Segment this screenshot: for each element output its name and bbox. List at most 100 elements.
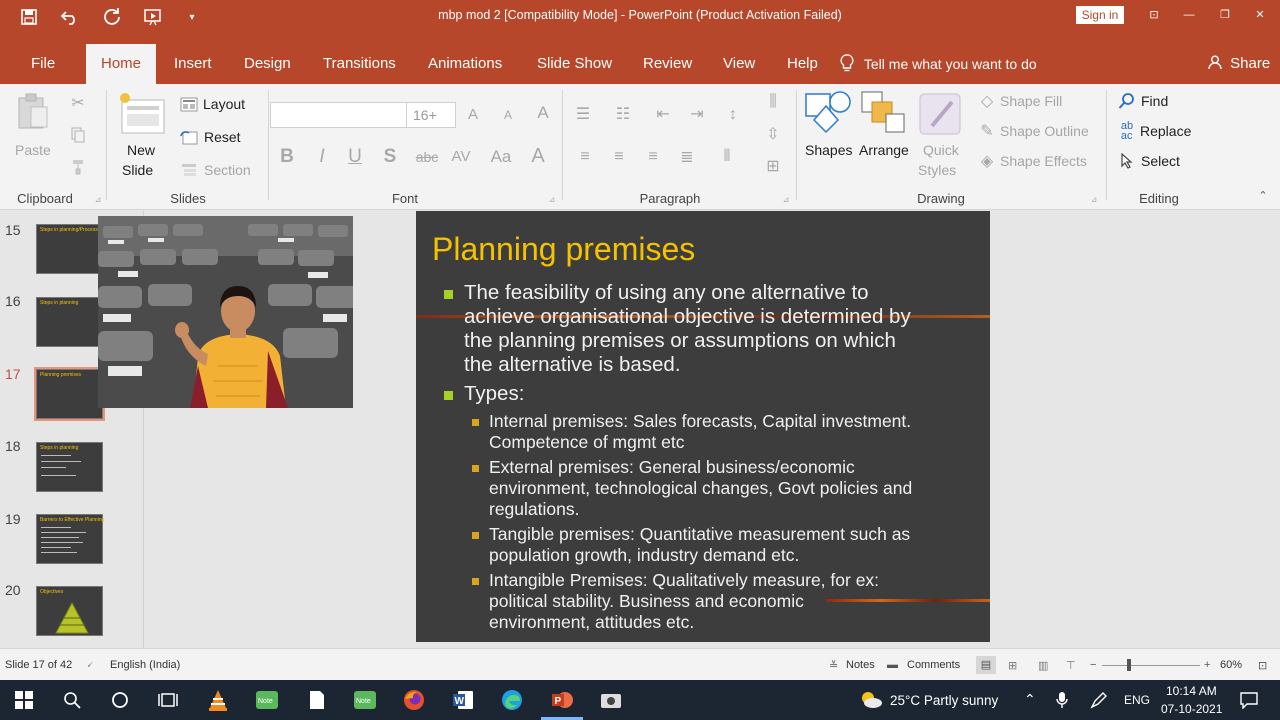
slide-thumbnail-selected[interactable]: Planning premises [34,367,105,421]
font-launcher-icon[interactable]: ⊿ [548,195,556,204]
shape-outline-button[interactable]: Shape Outline [1000,123,1089,139]
text-shadow-icon[interactable]: S [380,146,400,168]
comments-button[interactable]: Comments [907,659,960,671]
slide-thumbnail[interactable]: Barriers to Effective Planning [36,514,104,564]
word-icon[interactable]: W [448,686,478,714]
paragraph-launcher-icon[interactable]: ⊿ [782,195,790,204]
tab-slide-show[interactable]: Slide Show [535,44,614,84]
increase-indent-icon[interactable]: ⇥ [686,104,708,124]
vlc-icon[interactable] [203,686,233,714]
quick-styles-icon[interactable] [918,90,966,136]
font-name-input[interactable] [270,102,408,128]
microphone-icon[interactable] [1047,686,1077,714]
new-slide-label-1[interactable]: New [127,142,155,158]
sticky-notes-icon[interactable]: Note [350,686,380,714]
slide-title[interactable]: Planning premises [432,231,695,268]
slide-thumbnail[interactable]: Steps in planning [36,297,103,347]
decrease-indent-icon[interactable]: ⇤ [652,104,674,124]
new-slide-icon[interactable] [117,90,167,136]
font-size-input[interactable]: 16+ [406,102,456,128]
powerpoint-icon[interactable]: P [547,686,577,714]
align-right-icon[interactable]: ≡ [642,146,664,168]
new-slide-label-2[interactable]: Slide [122,162,153,178]
input-language[interactable]: ENG [1124,693,1150,707]
firefox-icon[interactable] [399,686,429,714]
clock-date[interactable]: 07-10-2021 [1161,702,1222,716]
weather-icon[interactable] [856,686,886,714]
windows-start-icon[interactable] [9,686,39,714]
slide-thumbnail[interactable]: Steps in planning/Process of Planning [36,224,124,274]
change-case-icon[interactable]: Aa [487,146,515,168]
zoom-slider[interactable] [1102,665,1200,666]
language-indicator[interactable]: English (India) [110,659,180,671]
tab-review[interactable]: Review [641,44,694,84]
slide-show-view-icon[interactable]: ⊤ [1066,659,1076,672]
italic-icon[interactable]: I [312,146,332,168]
paste-icon[interactable] [16,92,50,130]
select-button[interactable]: Select [1141,153,1180,169]
line-spacing-icon[interactable]: ↕ [720,104,746,126]
slide-thumbnail[interactable]: Objectives [36,586,103,636]
weather-text[interactable]: 25°C Partly sunny [890,693,998,708]
decrease-font-size-icon[interactable]: A [500,106,516,124]
tab-file[interactable]: File [29,44,57,84]
collapse-ribbon-icon[interactable]: ⌃ [1256,188,1270,202]
shapes-icon[interactable] [804,90,852,136]
zoom-in-button[interactable]: + [1204,659,1210,671]
camera-app-icon[interactable] [596,686,626,714]
strikethrough-icon[interactable]: abc [412,146,442,168]
normal-view-icon[interactable]: ▤ [976,656,996,674]
find-button[interactable]: Find [1141,93,1168,109]
columns-icon[interactable]: ⫴ [716,146,738,168]
spelling-icon[interactable]: 🗸 [86,659,94,672]
fit-to-window-icon[interactable]: ⊡ [1258,659,1267,672]
quick-styles-label-1[interactable]: Quick [923,142,959,158]
minimize-button[interactable]: — [1174,5,1204,25]
smartart-icon[interactable]: ⊞ [762,156,784,176]
clock-time[interactable]: 10:14 AM [1166,684,1217,698]
ribbon-display-options-icon[interactable]: ⊡ [1139,5,1169,25]
drawing-launcher-icon[interactable]: ⊿ [1090,195,1098,204]
layout-button[interactable]: Layout [203,96,245,112]
paste-button[interactable]: Paste [15,142,51,158]
replace-button[interactable]: Replace [1140,123,1191,139]
copy-icon[interactable] [67,124,89,146]
align-text-icon[interactable]: ⇳ [762,124,784,144]
restore-button[interactable]: ❐ [1210,5,1240,25]
section-button[interactable]: Section [204,162,251,178]
shapes-button[interactable]: Shapes [805,142,852,158]
zoom-level[interactable]: 60% [1220,659,1242,671]
shape-effects-button[interactable]: Shape Effects [1000,153,1087,169]
slide-thumbnail[interactable]: Steps in planning [36,442,103,492]
cortana-icon[interactable] [105,686,135,714]
reset-button[interactable]: Reset [204,129,241,145]
notifications-icon[interactable] [1234,686,1264,714]
search-icon[interactable] [57,686,87,714]
numbering-icon[interactable]: ☷ [612,104,634,124]
justify-icon[interactable]: ≣ [676,146,698,168]
file-icon[interactable] [302,686,332,714]
share-button[interactable]: Share [1208,44,1270,84]
sign-in-button[interactable]: Sign in [1076,6,1124,24]
font-color-icon[interactable]: A [528,144,548,168]
tab-design[interactable]: Design [242,44,293,84]
slide-sorter-icon[interactable]: ⊞ [1008,659,1017,672]
close-button[interactable]: ✕ [1245,5,1275,25]
bullets-icon[interactable]: ☰ [572,104,594,124]
notes-button[interactable]: Notes [846,659,875,671]
tab-animations[interactable]: Animations [426,44,504,84]
clear-formatting-icon[interactable]: A [532,102,554,124]
bold-icon[interactable]: B [277,146,297,168]
zoom-out-button[interactable]: − [1090,659,1096,671]
slide-counter[interactable]: Slide 17 of 42 [5,659,72,671]
increase-font-size-icon[interactable]: A [464,104,482,124]
zoom-slider-thumb[interactable] [1127,659,1131,671]
shape-fill-button[interactable]: Shape Fill [1000,93,1062,109]
tab-home[interactable]: Home [86,44,157,84]
arrange-button[interactable]: Arrange [859,142,909,158]
edge-icon[interactable] [497,686,527,714]
format-painter-icon[interactable] [67,156,89,178]
task-view-icon[interactable] [153,686,183,714]
arrange-icon[interactable] [860,90,908,136]
tab-transitions[interactable]: Transitions [321,44,398,84]
